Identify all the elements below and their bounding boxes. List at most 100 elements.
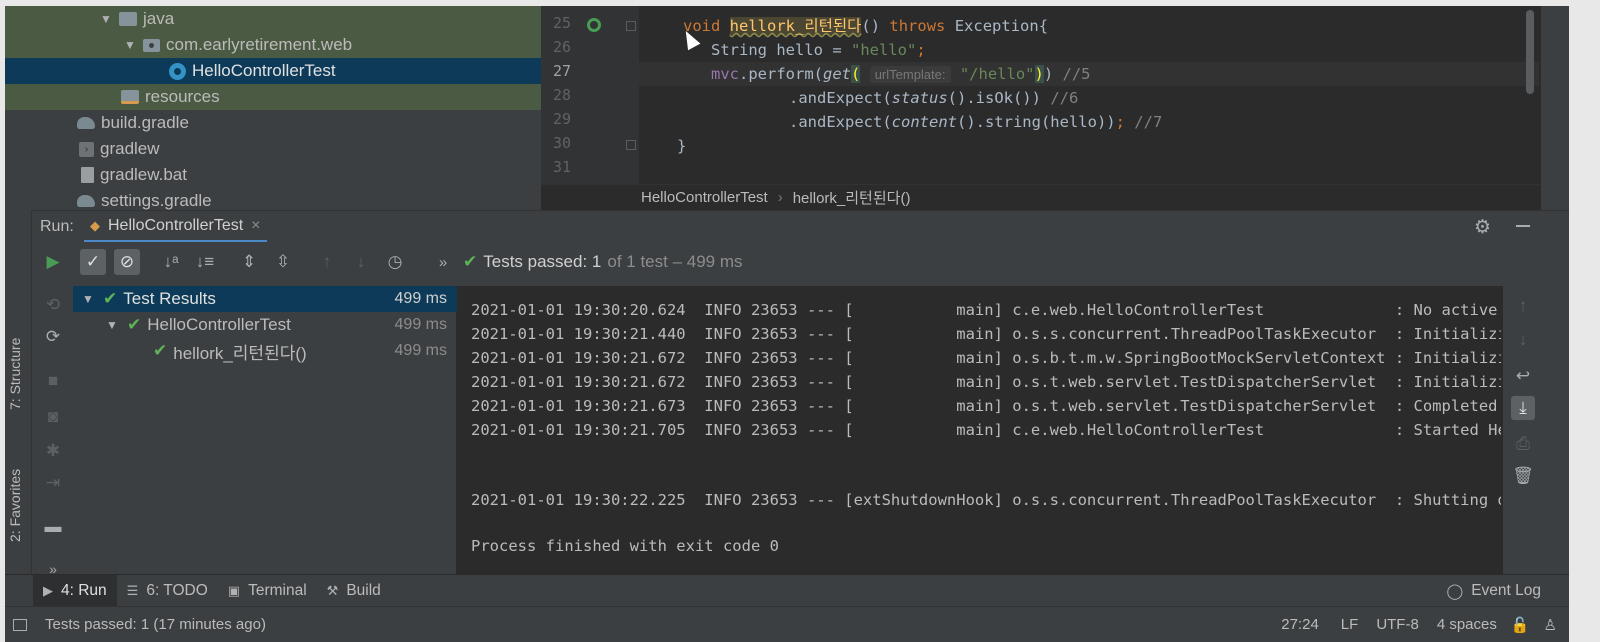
- favorites-tool-tab[interactable]: 2: Favorites: [7, 469, 23, 542]
- tree-item-resources[interactable]: resources: [5, 84, 541, 110]
- rerun-icon[interactable]: ▶: [40, 249, 66, 275]
- bracket-highlight: ): [1034, 65, 1044, 83]
- tab-label: 4: Run: [61, 581, 107, 599]
- test-result-root[interactable]: ▼ ✔ Test Results 499 ms: [73, 286, 457, 312]
- string-literal: "/hello": [959, 65, 1035, 83]
- tree-item-settings-gradle[interactable]: settings.gradle: [5, 188, 541, 210]
- layout-icon[interactable]: ▬: [42, 516, 64, 538]
- passed-check-icon: ✔: [153, 341, 168, 360]
- editor-scrollbar[interactable]: [1526, 10, 1534, 94]
- line-separator[interactable]: LF: [1341, 616, 1359, 633]
- scroll-to-end-icon[interactable]: ⤓: [1511, 396, 1535, 420]
- tree-item-gradlew-bat[interactable]: gradlew.bat: [5, 162, 541, 188]
- code-text: Exception{: [945, 17, 1049, 35]
- string-literal: "hello": [850, 41, 917, 59]
- breadcrumb-separator-icon: ›: [777, 189, 783, 206]
- structure-tool-tab[interactable]: 7: Structure: [7, 338, 23, 410]
- tree-item-build-gradle[interactable]: build.gradle: [5, 110, 541, 136]
- window-layout-icon[interactable]: [13, 618, 27, 631]
- log-line: 2021-01-01 19:30:21.672 INFO 23653 --- […: [471, 373, 1501, 391]
- coverage-icon[interactable]: ⟲: [42, 294, 64, 316]
- line-number: 26: [552, 38, 571, 56]
- toggle-autotest-icon[interactable]: ⟳: [42, 326, 64, 348]
- stop-icon[interactable]: ■: [42, 370, 64, 392]
- test-result-class[interactable]: ▼ ✔ HelloControllerTest 499 ms: [73, 312, 457, 338]
- camera-icon[interactable]: ◙: [42, 406, 64, 428]
- expand-arrow-icon[interactable]: ▼: [121, 38, 139, 52]
- favorites-tab-label: 2: Favorites: [7, 468, 23, 542]
- sort-alpha-icon[interactable]: ↓ᵃ: [158, 249, 184, 275]
- folder-icon: [119, 12, 137, 26]
- structure-tab-label: 7: Structure: [7, 337, 23, 410]
- code-text: .andExpect(: [789, 113, 892, 131]
- fold-marker-icon[interactable]: [626, 21, 636, 31]
- console-output[interactable]: 2021-01-01 19:30:20.624 INFO 23653 --- […: [457, 286, 1503, 580]
- caret-position[interactable]: 27:24: [1281, 616, 1319, 633]
- code-area[interactable]: void hellork_리턴된다() throws Exception{ St…: [639, 6, 1539, 184]
- fold-marker-icon[interactable]: [626, 140, 636, 150]
- scroll-up-icon[interactable]: ↑: [1511, 294, 1535, 318]
- log-line: 2021-01-01 19:30:21.672 INFO 23653 --- […: [471, 349, 1501, 367]
- project-tree: ▼ java ▼ com.earlyretirement.web HelloCo…: [5, 6, 541, 210]
- more-icon[interactable]: »: [430, 249, 456, 275]
- gear-icon[interactable]: ⚙: [1474, 216, 1491, 239]
- breadcrumb-item[interactable]: hellork_리턴된다(): [793, 187, 911, 208]
- scroll-down-icon[interactable]: ↓: [1511, 328, 1535, 352]
- debug-icon[interactable]: ✱: [42, 440, 64, 462]
- soft-wrap-icon[interactable]: ↩: [1511, 364, 1535, 388]
- tree-item-label: build.gradle: [101, 113, 189, 132]
- comment: //6: [1050, 89, 1079, 107]
- exit-icon[interactable]: ⇥: [42, 472, 64, 494]
- parameter-hint: urlTemplate:: [869, 66, 951, 83]
- code-text: }: [677, 137, 687, 155]
- code-text: .perform(: [739, 65, 823, 83]
- close-tab-icon[interactable]: ×: [251, 217, 260, 235]
- test-duration: 499 ms: [394, 342, 447, 359]
- tab-terminal[interactable]: ▣ Terminal: [218, 575, 317, 607]
- log-line: 2021-01-01 19:30:22.225 INFO 23653 --- […: [471, 491, 1501, 509]
- test-history-icon[interactable]: ◷: [382, 249, 408, 275]
- code-line-27: mvc.perform(get( urlTemplate: "/hello"))…: [639, 62, 1539, 86]
- expand-all-icon[interactable]: ⇕: [236, 249, 262, 275]
- collapse-all-icon[interactable]: ⇳: [270, 249, 296, 275]
- script-icon: ›: [79, 141, 94, 157]
- tree-item-gradlew[interactable]: › gradlew: [5, 136, 541, 162]
- tab-build[interactable]: ⚒ Build: [317, 575, 391, 607]
- test-result-label: HelloControllerTest: [147, 315, 291, 334]
- run-test-gutter-icon[interactable]: [587, 18, 601, 32]
- tab-run[interactable]: ▶ 4: Run: [33, 574, 117, 607]
- run-config-tab[interactable]: ◆ HelloControllerTest ×: [84, 211, 267, 243]
- show-ignored-icon[interactable]: ⊘: [114, 249, 140, 275]
- file-encoding[interactable]: UTF-8: [1376, 616, 1419, 633]
- speech-bubble-icon: ◯: [1446, 582, 1464, 600]
- tab-todo[interactable]: ☰ 6: TODO: [117, 575, 218, 607]
- status-message[interactable]: Tests passed: 1 (17 minutes ago): [45, 616, 266, 633]
- indent-setting[interactable]: 4 spaces: [1437, 616, 1497, 633]
- memory-indicator-icon[interactable]: ♙: [1544, 616, 1557, 634]
- sort-duration-icon[interactable]: ↓≡: [192, 249, 218, 275]
- unlock-icon[interactable]: 🔓: [1511, 616, 1530, 634]
- code-line-29: .andExpect(content().string(hello)); //7: [639, 110, 1539, 134]
- minimize-icon[interactable]: [1516, 225, 1530, 227]
- line-number: 25: [552, 14, 571, 32]
- print-icon[interactable]: ⎙: [1511, 432, 1535, 456]
- gradle-icon: [77, 195, 95, 207]
- tree-item-hellocontrollertest[interactable]: HelloControllerTest: [5, 58, 541, 84]
- log-line: 2021-01-01 19:30:21.440 INFO 23653 --- […: [471, 325, 1501, 343]
- log-line: Process finished with exit code 0: [471, 537, 779, 555]
- event-log-button[interactable]: ◯ Event Log: [1436, 575, 1551, 607]
- trash-icon[interactable]: 🗑: [1511, 464, 1535, 488]
- breadcrumb-item[interactable]: HelloControllerTest: [641, 189, 768, 206]
- code-line-25: void hellork_리턴된다() throws Exception{: [639, 14, 1539, 38]
- test-result-method[interactable]: ✔ hellork_리턴된다() 499 ms: [73, 338, 457, 364]
- show-passed-icon[interactable]: ✓: [80, 249, 106, 275]
- expand-arrow-icon[interactable]: ▼: [79, 292, 97, 306]
- next-failed-icon[interactable]: ↓: [348, 249, 374, 275]
- tool-window-bar: ▶ 4: Run ☰ 6: TODO ▣ Terminal ⚒ Build ◯ …: [5, 574, 1569, 607]
- expand-arrow-icon[interactable]: ▼: [97, 12, 115, 26]
- previous-failed-icon[interactable]: ↑: [314, 249, 340, 275]
- tree-item-package[interactable]: ▼ com.earlyretirement.web: [5, 32, 541, 58]
- tree-item-label: resources: [145, 87, 220, 106]
- tree-item-java[interactable]: ▼ java: [5, 6, 541, 32]
- expand-arrow-icon[interactable]: ▼: [103, 318, 121, 332]
